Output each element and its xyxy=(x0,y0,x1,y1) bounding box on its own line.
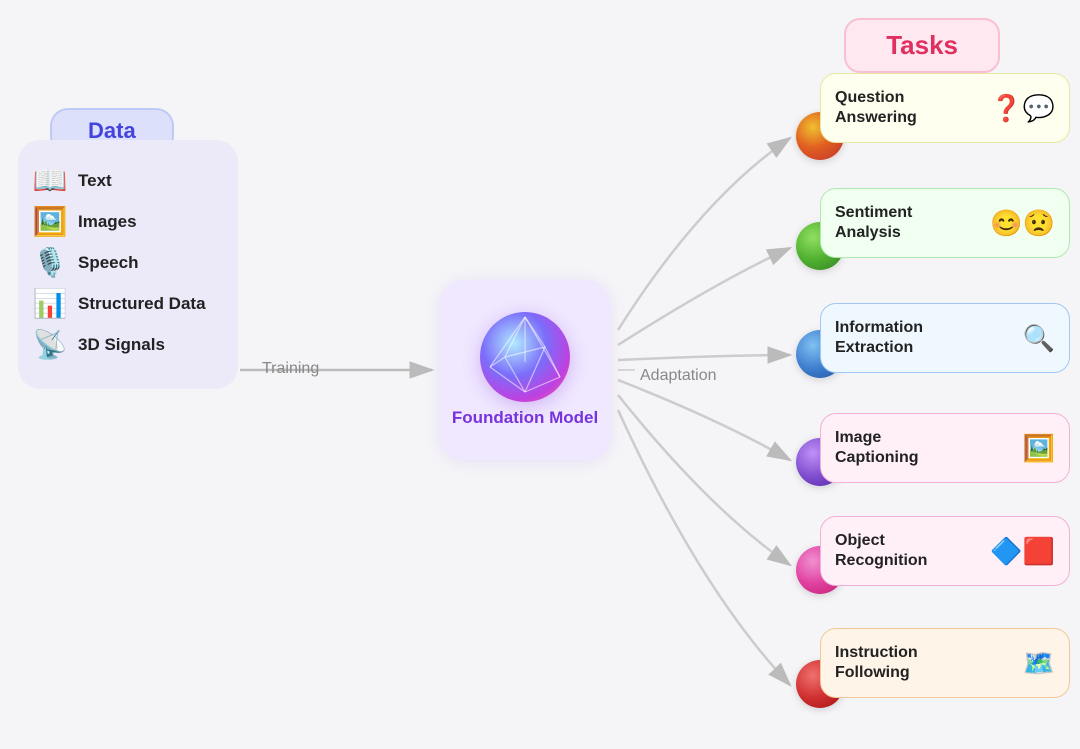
foundation-model-box: Foundation Model xyxy=(440,280,610,460)
speech-icon: 🎙️ xyxy=(30,246,70,279)
data-item-structured: 📊 Structured Data xyxy=(30,287,226,320)
text-icon: 📖 xyxy=(30,164,70,197)
structured-icon: 📊 xyxy=(30,287,70,320)
data-item-speech: 🎙️ Speech xyxy=(30,246,226,279)
task-card-ic: ImageCaptioning 🖼️ xyxy=(820,413,1070,483)
task-card-qa: QuestionAnswering ❓💬 xyxy=(820,73,1070,143)
task-if-label: InstructionFollowing xyxy=(835,643,1013,683)
signals-icon: 📡 xyxy=(30,328,70,361)
task-sa-label: SentimentAnalysis xyxy=(835,203,980,243)
task-if-icon: 🗺️ xyxy=(1023,648,1055,679)
task-qa-label: QuestionAnswering xyxy=(835,88,980,128)
task-sa-icon: 😊😟 xyxy=(990,208,1055,239)
data-item-images: 🖼️ Images xyxy=(30,205,226,238)
task-card-or: ObjectRecognition 🔷🟥 xyxy=(820,516,1070,586)
task-ic-label: ImageCaptioning xyxy=(835,428,1013,468)
data-item-signals: 📡 3D Signals xyxy=(30,328,226,361)
images-icon: 🖼️ xyxy=(30,205,70,238)
task-ie-icon: 🔍 xyxy=(1023,323,1055,354)
task-card-if: InstructionFollowing 🗺️ xyxy=(820,628,1070,698)
task-card-ie: InformationExtraction 🔍 xyxy=(820,303,1070,373)
task-card-sa: SentimentAnalysis 😊😟 xyxy=(820,188,1070,258)
task-ie-label: InformationExtraction xyxy=(835,318,1013,358)
foundation-model-title: Foundation Model xyxy=(452,408,598,428)
task-qa-icon: ❓💬 xyxy=(990,93,1055,124)
task-or-label: ObjectRecognition xyxy=(835,531,980,571)
task-ic-icon: 🖼️ xyxy=(1023,433,1055,464)
task-or-icon: 🔷🟥 xyxy=(990,536,1055,567)
data-item-text: 📖 Text xyxy=(30,164,226,197)
tasks-header: Tasks xyxy=(844,18,1000,73)
adaptation-label: Adaptation xyxy=(640,367,717,385)
foundation-sphere xyxy=(480,312,570,402)
data-panel: 📖 Text 🖼️ Images 🎙️ Speech 📊 Structured … xyxy=(18,140,238,389)
training-label: Training xyxy=(262,360,319,378)
